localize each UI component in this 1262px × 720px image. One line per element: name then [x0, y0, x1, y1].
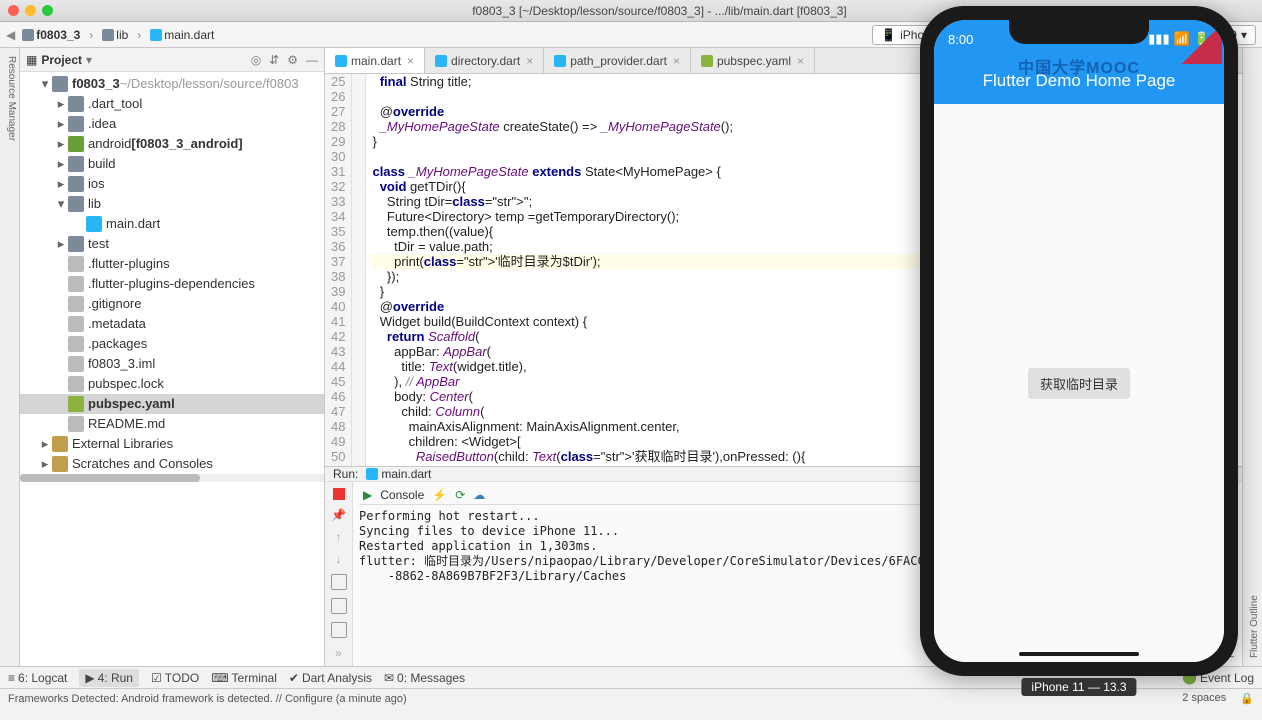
close-icon[interactable]: × [673, 54, 680, 68]
run-config[interactable]: main.dart [366, 467, 431, 481]
console-title[interactable]: Console [380, 488, 424, 502]
tab-path-provider-dart[interactable]: path_provider.dart× [544, 48, 691, 73]
phone-icon: 📱 [881, 28, 896, 42]
tree-item-test[interactable]: ▸test [20, 234, 324, 254]
signal-icon: ▮▮▮ [1148, 31, 1169, 47]
gear-icon[interactable]: ⚙ [287, 53, 298, 67]
hide-icon[interactable]: — [306, 53, 318, 67]
project-tree[interactable]: ▾f0803_3 ~/Desktop/lesson/source/f0803▸.… [20, 72, 324, 666]
tree-item-build[interactable]: ▸build [20, 154, 324, 174]
tree-item--flutter-plugins[interactable]: .flutter-plugins [20, 254, 324, 274]
tree-item--packages[interactable]: .packages [20, 334, 324, 354]
project-title[interactable]: Project [41, 53, 82, 67]
bc-folder[interactable]: lib [99, 27, 131, 43]
collapse-icon[interactable]: ⇵ [269, 53, 279, 67]
tab-terminal[interactable]: ⌨ Terminal [211, 671, 277, 685]
tool-resource-manager[interactable]: Resource Manager [6, 56, 17, 658]
wrap-icon[interactable] [331, 574, 347, 590]
tree-item-lib[interactable]: ▾lib [20, 194, 324, 214]
pin-icon[interactable]: 📌 [331, 508, 346, 522]
home-indicator[interactable] [1019, 652, 1139, 656]
tab-logcat[interactable]: ≡ 6: Logcat [8, 671, 67, 685]
print-icon[interactable] [331, 622, 347, 638]
project-header: ▦ Project ▾ ◎ ⇵ ⚙ — [20, 48, 324, 72]
tree-item--metadata[interactable]: .metadata [20, 314, 324, 334]
chevron-down-icon: ▾ [1241, 28, 1247, 42]
tree-item-ios[interactable]: ▸ios [20, 174, 324, 194]
close-icon[interactable]: × [526, 54, 533, 68]
reload-icon[interactable]: ⟳ [455, 488, 465, 502]
zoom-icon[interactable] [42, 5, 53, 16]
tab-dart-analysis[interactable]: ✔ Dart Analysis [289, 671, 372, 685]
bc-file[interactable]: main.dart [147, 27, 217, 43]
ios-time: 8:00 [948, 32, 973, 47]
tree-item--idea[interactable]: ▸.idea [20, 114, 324, 134]
rerun-icon[interactable]: ▶ [363, 488, 372, 502]
tab-todo[interactable]: ☑ TODO [151, 671, 199, 685]
tree-item--gitignore[interactable]: .gitignore [20, 294, 324, 314]
tree-externalLibs[interactable]: ▸External Libraries [20, 434, 324, 454]
left-tool-strip: Resource Manager [0, 48, 20, 666]
tool-flutter-outline[interactable]: Flutter Outline [1249, 56, 1260, 658]
tab-messages[interactable]: ✉ 0: Messages [384, 671, 465, 685]
window-controls [8, 5, 53, 16]
tree-item-pubspec-lock[interactable]: pubspec.lock [20, 374, 324, 394]
tab-main-dart[interactable]: main.dart× [325, 48, 425, 73]
project-panel: ▦ Project ▾ ◎ ⇵ ⚙ — ▾f0803_3 ~/Desktop/l… [20, 48, 325, 666]
stop-button[interactable] [333, 488, 345, 500]
more-icon[interactable]: » [335, 646, 342, 660]
project-icon: ▦ [26, 53, 37, 67]
scroll-icon[interactable] [331, 598, 347, 614]
bc-sep [87, 28, 95, 42]
target-icon[interactable]: ◎ [251, 53, 261, 67]
back-icon[interactable]: ◀ [6, 28, 15, 42]
notch [1009, 20, 1149, 44]
emulator-frame: 中国大学MOOC 8:00 ▮▮▮ 📶 🔋 Flutter Demo Home … [920, 6, 1238, 676]
tree-scratches[interactable]: ▸Scratches and Consoles [20, 454, 324, 474]
run-toolbar: 📌 ↑ ↓ » [325, 482, 353, 666]
status-spaces[interactable]: 2 spaces [1182, 692, 1226, 705]
tree-item--flutter-plugins-dependencies[interactable]: .flutter-plugins-dependencies [20, 274, 324, 294]
right-tool-strip: Flutter Outline Flutter Inspector Flutte… [1242, 48, 1262, 666]
emulator-label: iPhone 11 — 13.3 [1021, 678, 1136, 696]
tree-item-android[interactable]: ▸android [f0803_3_android] [20, 134, 324, 154]
lightning-icon[interactable]: ⚡ [432, 488, 447, 502]
line-gutter: 2526272829303132333435363738394041424344… [325, 74, 352, 466]
app-body: 获取临时目录 [934, 104, 1224, 662]
tree-item--dart-tool[interactable]: ▸.dart_tool [20, 94, 324, 114]
tab-run[interactable]: ▶ 4: Run [79, 669, 139, 687]
bc-project[interactable]: f0803_3 [19, 27, 83, 43]
tree-item-readme-md[interactable]: README.md [20, 414, 324, 434]
watermark: 中国大学MOOC [1018, 54, 1140, 78]
get-temp-dir-button[interactable]: 获取临时目录 [1028, 368, 1130, 399]
status-message[interactable]: Frameworks Detected: Android framework i… [8, 693, 407, 705]
chevron-down-icon[interactable]: ▾ [86, 53, 92, 67]
tree-item-main-dart[interactable]: main.dart [20, 214, 324, 234]
up-icon[interactable]: ↑ [336, 530, 342, 544]
close-icon[interactable]: × [797, 54, 804, 68]
down-icon[interactable]: ↓ [336, 552, 342, 566]
emulator-screen[interactable]: 中国大学MOOC 8:00 ▮▮▮ 📶 🔋 Flutter Demo Home … [934, 20, 1224, 662]
run-label: Run: [333, 467, 358, 481]
tab-pubspec-yaml[interactable]: pubspec.yaml× [691, 48, 815, 73]
tree-item-pubspec-yaml[interactable]: pubspec.yaml [20, 394, 324, 414]
close-icon[interactable] [8, 5, 19, 16]
tree-item-f0803-3-iml[interactable]: f0803_3.iml [20, 354, 324, 374]
status-lock-icon[interactable]: 🔒 [1240, 692, 1254, 705]
close-icon[interactable]: × [407, 54, 414, 68]
debug-banner [1182, 24, 1222, 64]
open-icon[interactable]: ☁ [473, 488, 485, 502]
tab-directory-dart[interactable]: directory.dart× [425, 48, 544, 73]
minimize-icon[interactable] [25, 5, 36, 16]
tree-root[interactable]: ▾f0803_3 ~/Desktop/lesson/source/f0803 [20, 74, 324, 94]
bc-sep [135, 28, 143, 42]
gutter-marks [352, 74, 366, 466]
